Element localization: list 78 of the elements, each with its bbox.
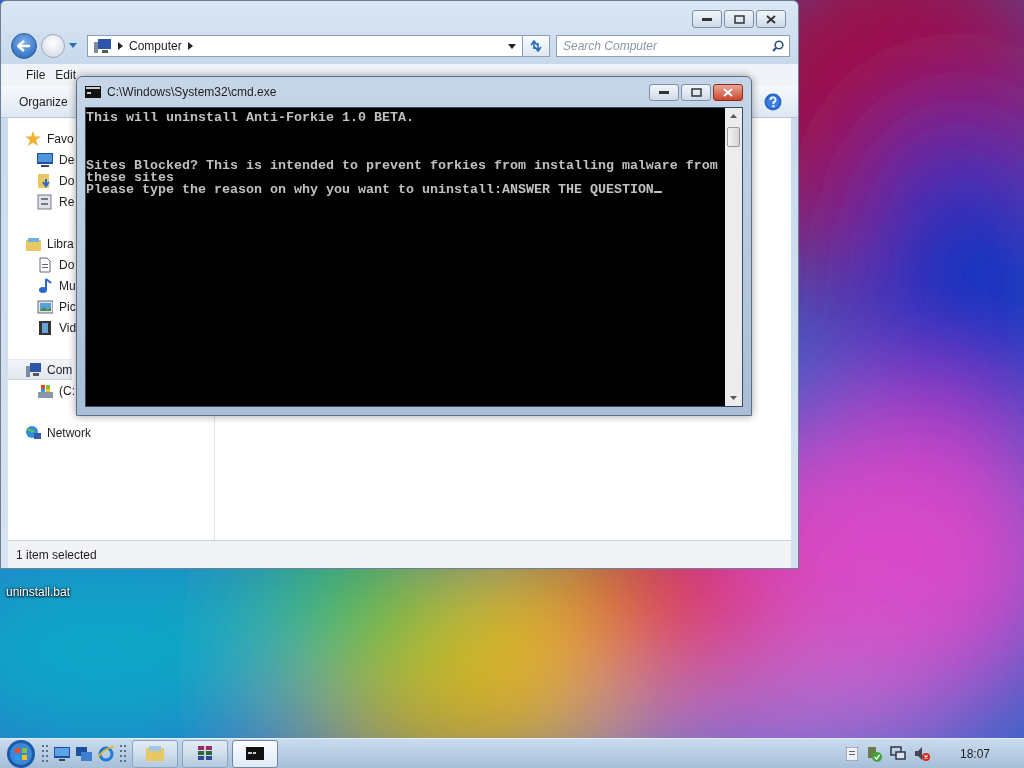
grip-icon <box>42 743 48 764</box>
console-prompt: Please type the reason on why you want to uninstall:ANSWER THE QUESTION <box>86 184 725 196</box>
windows-icon[interactable] <box>76 746 92 761</box>
grip-icon <box>120 743 126 764</box>
folder-icon <box>145 745 165 762</box>
search-icon <box>772 40 784 52</box>
browser-icon[interactable] <box>98 745 114 762</box>
close-icon <box>723 87 733 97</box>
close-button[interactable] <box>713 83 743 101</box>
close-icon <box>766 14 776 24</box>
document-icon <box>37 256 53 273</box>
desktop-icon <box>37 151 53 168</box>
nav-item[interactable]: Vid <box>8 317 77 338</box>
minimize-icon <box>702 17 712 21</box>
refresh-button[interactable] <box>522 35 550 57</box>
chevron-icon <box>187 42 193 50</box>
scroll-thumb[interactable] <box>727 127 740 147</box>
maximize-icon <box>690 87 702 97</box>
desktop-icon[interactable] <box>54 746 70 761</box>
back-button[interactable] <box>11 33 37 59</box>
nav-item[interactable]: Do <box>8 254 75 275</box>
document-icon[interactable] <box>845 746 858 761</box>
star-icon <box>25 130 41 147</box>
books-icon <box>195 745 215 762</box>
chevron-icon <box>118 42 123 50</box>
document-list-icon <box>37 193 53 210</box>
address-bar[interactable]: Computer <box>87 35 523 57</box>
computer-icon <box>25 361 41 378</box>
minimize-icon <box>659 90 669 94</box>
status-text: 1 item selected <box>16 546 97 564</box>
nav-item[interactable]: Network <box>8 422 91 443</box>
minimize-button[interactable] <box>692 10 722 28</box>
film-icon <box>37 319 53 336</box>
menu-item[interactable]: File <box>21 66 51 84</box>
dropdown-icon <box>69 43 77 49</box>
menu-item[interactable]: Edit <box>50 66 82 84</box>
breadcrumb[interactable]: Computer <box>129 37 182 55</box>
nav-item[interactable]: (C: <box>8 380 75 401</box>
nav-item[interactable]: Do <box>8 170 75 191</box>
console-icon <box>85 86 101 98</box>
nav-item[interactable]: Libra <box>8 233 74 254</box>
library-icon <box>25 235 41 252</box>
search-field[interactable]: Search Computer <box>556 35 790 57</box>
nav-item[interactable]: Mu <box>8 275 76 296</box>
computer-icon <box>94 39 112 53</box>
console-text: This will uninstall Anti-Forkie 1.0 BETA. <box>86 112 415 124</box>
minimize-button[interactable] <box>649 83 679 101</box>
drive-icon <box>37 382 53 399</box>
help-icon[interactable] <box>764 92 782 111</box>
picture-icon <box>37 298 53 315</box>
nav-item[interactable]: Re <box>8 191 75 212</box>
network-icon[interactable] <box>889 745 906 762</box>
power-check-icon[interactable] <box>865 745 882 762</box>
start-button[interactable] <box>6 738 36 768</box>
back-arrow-icon <box>17 40 31 52</box>
text-cursor <box>653 191 662 193</box>
globe-icon <box>25 424 41 441</box>
folder-download-icon <box>37 172 53 189</box>
console-text: Sites Blocked? This is intended to prevent forkies from installing malware from these sites <box>86 160 719 184</box>
nav-item[interactable]: De <box>8 149 75 170</box>
close-button[interactable] <box>756 10 786 28</box>
maximize-button[interactable] <box>724 10 754 28</box>
taskbar-button[interactable] <box>182 739 228 768</box>
volume-muted-icon[interactable] <box>913 745 930 762</box>
scrollbar[interactable] <box>725 108 742 406</box>
nav-item[interactable]: Pic <box>8 296 76 317</box>
music-note-icon <box>37 277 53 294</box>
maximize-icon <box>733 14 745 24</box>
nav-item[interactable]: Com <box>8 359 73 380</box>
console-icon <box>245 745 265 762</box>
window-title: C:\Windows\System32\cmd.exe <box>107 84 277 101</box>
nav-item[interactable]: Favo <box>8 128 74 149</box>
clock[interactable]: 18:07 <box>959 744 990 763</box>
dropdown-icon <box>508 43 516 49</box>
toolbar-button[interactable]: Organize <box>19 94 68 109</box>
taskbar-button[interactable] <box>232 739 278 768</box>
maximize-button[interactable] <box>681 83 711 101</box>
refresh-icon <box>529 40 543 52</box>
